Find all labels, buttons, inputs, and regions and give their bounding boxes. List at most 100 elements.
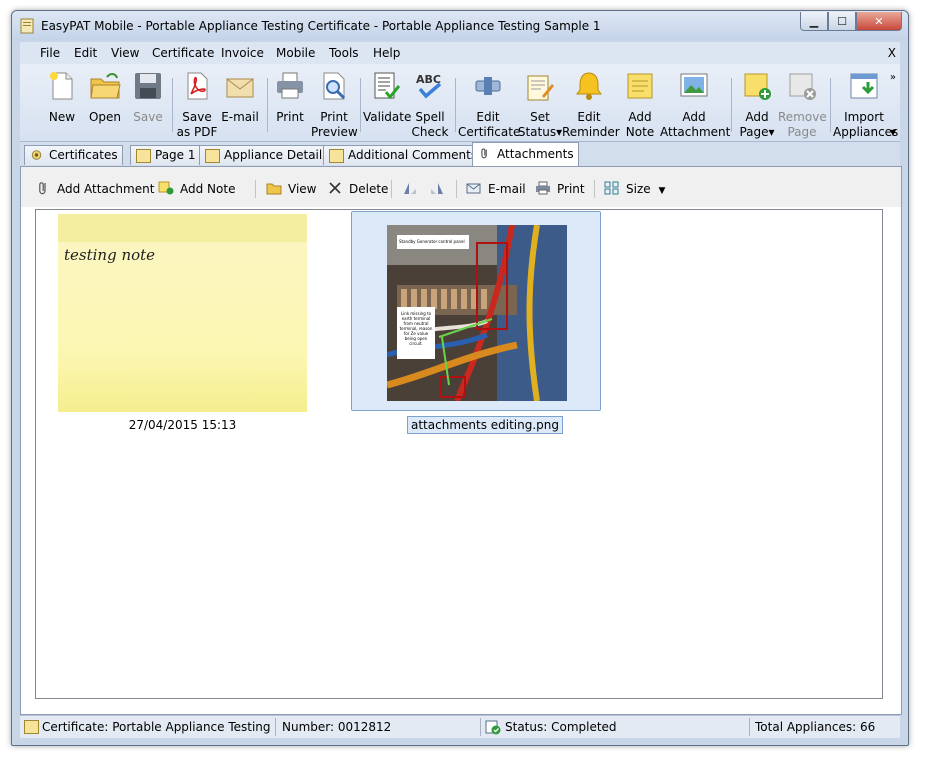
status-state: Status: Completed (505, 720, 617, 734)
tab-page-1[interactable]: Page 1 (130, 145, 201, 165)
pdf-icon (187, 72, 208, 100)
menu-help[interactable]: Help (373, 46, 400, 60)
note-text: testing note (64, 246, 156, 264)
maximize-button[interactable]: ☐ (828, 12, 856, 31)
print-button[interactable]: Print (270, 70, 310, 125)
open-folder-icon (90, 73, 121, 99)
save-button[interactable]: Save (128, 70, 168, 125)
status-total-appliances: Total Appliances: 66 (755, 720, 876, 734)
remove-page-button[interactable]: Remove Page (778, 70, 827, 140)
toolbar-overflow-icon[interactable]: » (890, 72, 896, 83)
attachment-email-button[interactable]: E-mail (466, 181, 526, 196)
close-document-button[interactable]: X (888, 46, 896, 60)
note-icon (627, 73, 653, 99)
attachments-panel: Add Attachment Add Note View Delete E-ma… (20, 166, 902, 715)
set-status-icon (527, 75, 554, 101)
minimize-button[interactable]: ▁ (800, 12, 828, 31)
edit-certificate-button[interactable]: Edit Certificate (458, 70, 520, 140)
paperclip-icon (39, 182, 46, 195)
rotate-left-icon (404, 183, 416, 194)
app-icon (20, 18, 34, 34)
document-tabs: Certificates Page 1 Appliance Details Ad… (20, 142, 900, 166)
certificates-icon (31, 150, 42, 160)
status-bar: Certificate: Portable Appliance Testing … (20, 715, 900, 738)
menu-invoice[interactable]: Invoice (221, 46, 264, 60)
attachment-print-button[interactable]: Print (535, 181, 585, 196)
size-icon (604, 181, 619, 195)
remove-page-icon (789, 73, 816, 100)
attachments-view[interactable]: testing note 27/04/2015 15:13 Standby Ge… (35, 209, 883, 699)
email-icon (466, 183, 481, 194)
spell-check-icon: ABC (416, 73, 442, 99)
tab-appliance-details[interactable]: Appliance Details (199, 145, 334, 165)
application-window: EasyPAT Mobile - Portable Appliance Test… (11, 10, 909, 746)
printer-icon (277, 72, 303, 99)
add-note-button[interactable]: Add Note (618, 70, 662, 140)
menu-bar: File Edit View Certificate Invoice Mobil… (20, 42, 900, 64)
note-thumbnail[interactable]: testing note (58, 214, 307, 412)
edit-certificate-icon (475, 77, 501, 95)
status-number: Number: 0012812 (282, 720, 392, 734)
spell-check-button[interactable]: ABC Spell Check (410, 70, 450, 140)
tab-certificates[interactable]: Certificates (24, 145, 123, 165)
validate-button[interactable]: Validate (363, 70, 411, 125)
add-page-icon (744, 73, 771, 100)
close-window-button[interactable]: ✕ (856, 12, 902, 31)
add-attachment-small-button[interactable]: Add Attachment (35, 181, 154, 196)
menu-certificate[interactable]: Certificate (152, 46, 214, 60)
view-button[interactable]: View (266, 181, 316, 196)
open-button[interactable]: Open (85, 70, 125, 125)
import-appliances-button[interactable]: Import Appliances (833, 70, 898, 140)
rotate-left-button[interactable] (402, 181, 424, 196)
size-dropdown[interactable]: Size ▼ (604, 181, 665, 196)
attachments-toolbar: Add Attachment Add Note View Delete E-ma… (21, 167, 901, 207)
menu-edit[interactable]: Edit (74, 46, 97, 60)
edit-reminder-button[interactable]: Edit Reminder (562, 70, 620, 140)
validate-icon (374, 72, 401, 100)
photo-label-top: Standby Generator control panel (399, 239, 465, 244)
svg-text:ABC: ABC (416, 73, 441, 86)
tab-attachments[interactable]: Attachments (472, 142, 579, 166)
printer-icon (536, 181, 550, 195)
new-document-icon (50, 72, 73, 100)
rotate-right-button[interactable] (429, 181, 451, 196)
note-caption: 27/04/2015 15:13 (128, 418, 237, 432)
tab-additional-comments[interactable]: Additional Comments (323, 145, 483, 165)
chevron-down-icon: ▼ (658, 186, 666, 196)
page-icon (205, 149, 220, 163)
status-certificate: Certificate: Portable Appliance Testing … (42, 720, 271, 734)
add-attachment-button[interactable]: Add Attachment (660, 70, 730, 140)
page-icon (136, 149, 151, 163)
add-page-button[interactable]: Add Page▾ (735, 70, 779, 140)
delete-button[interactable]: Delete (327, 181, 388, 196)
save-disk-icon (135, 73, 161, 99)
print-preview-button[interactable]: Print Preview (311, 70, 358, 140)
print-preview-icon (323, 72, 346, 100)
window-title: EasyPAT Mobile - Portable Appliance Test… (41, 19, 601, 33)
import-icon (850, 73, 878, 99)
title-bar[interactable]: EasyPAT Mobile - Portable Appliance Test… (12, 11, 908, 41)
toolbar-options-icon[interactable]: ▼ (890, 128, 896, 137)
picture-icon (680, 73, 708, 97)
bell-icon (576, 72, 602, 100)
menu-view[interactable]: View (111, 46, 139, 60)
add-note-small-button[interactable]: Add Note (158, 181, 235, 196)
menu-tools[interactable]: Tools (329, 46, 359, 60)
add-note-icon (158, 181, 174, 195)
photo-label-side: Link missing to earth terminal from neut… (399, 311, 433, 346)
image-caption[interactable]: attachments editing.png (407, 416, 564, 434)
paperclip-icon (481, 148, 487, 159)
page-icon (329, 149, 344, 163)
new-button[interactable]: New (42, 70, 82, 125)
set-status-button[interactable]: Set Status▾ (517, 70, 563, 140)
menu-mobile[interactable]: Mobile (276, 46, 315, 60)
email-button[interactable]: E-mail (218, 70, 262, 125)
open-folder-icon (266, 183, 282, 195)
certificate-icon (24, 720, 39, 734)
envelope-icon (226, 78, 254, 98)
image-thumbnail[interactable]: Standby Generator control panel Link mis… (351, 211, 601, 411)
main-toolbar: New Open Save Save as PDF E-mail Print P… (20, 64, 900, 142)
menu-file[interactable]: File (40, 46, 60, 60)
status-completed-icon (485, 720, 501, 735)
save-as-pdf-button[interactable]: Save as PDF (174, 70, 220, 140)
